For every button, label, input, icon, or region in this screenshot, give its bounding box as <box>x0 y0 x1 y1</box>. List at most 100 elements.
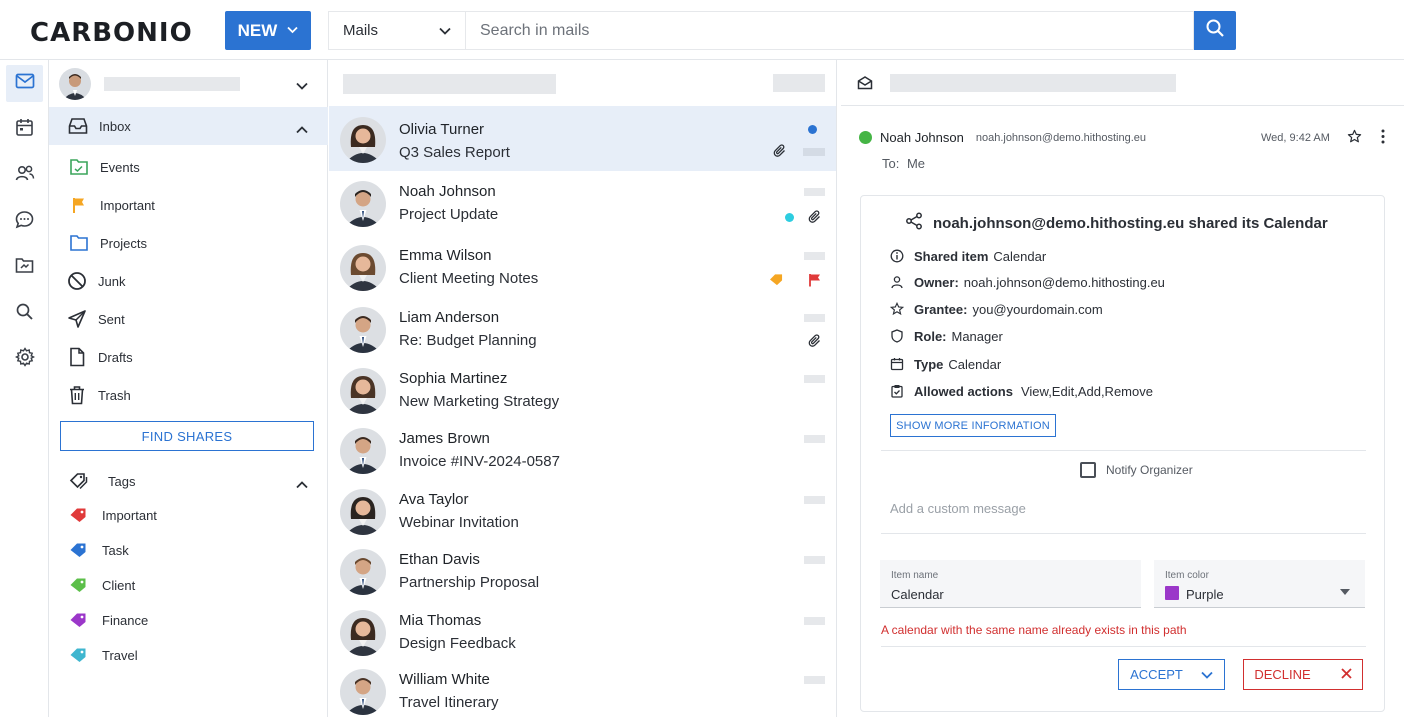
tags-icon <box>68 470 90 492</box>
module-select-value: Mails <box>343 22 379 39</box>
folder-projects[interactable]: Projects <box>49 224 328 262</box>
sender-email[interactable]: noah.johnson@demo.hithosting.eu <box>976 132 1146 144</box>
tag-icon <box>68 505 90 525</box>
chevron-up-icon[interactable] <box>296 122 308 137</box>
tag-item-important[interactable]: Important <box>49 500 328 530</box>
share-title-text: noah.johnson@demo.hithosting.eu shared i… <box>933 214 1328 232</box>
tags-header[interactable]: Tags <box>49 466 328 496</box>
search-input[interactable] <box>465 11 1194 50</box>
color-swatch <box>1165 586 1179 600</box>
allowed-actions-row: Allowed actions View,Edit,Add,Remove <box>889 383 1153 399</box>
message-row[interactable]: James Brown Invoice #INV-2024-0587 <box>329 420 836 485</box>
notify-checkbox[interactable] <box>1080 462 1096 478</box>
rail-settings[interactable] <box>6 341 43 378</box>
message-row[interactable]: Noah Johnson Project Update <box>329 173 836 238</box>
folder-events[interactable]: Events <box>49 148 328 186</box>
tag-icon <box>68 645 90 665</box>
item-name-field[interactable]: Item name Calendar <box>880 560 1141 608</box>
rail-chat[interactable] <box>6 203 43 240</box>
message-row[interactable]: Emma Wilson Client Meeting Notes <box>329 237 836 302</box>
item-color-value: Purple <box>1186 587 1224 602</box>
new-button[interactable]: NEW <box>225 11 311 50</box>
notify-organizer[interactable]: Notify Organizer <box>1080 462 1193 478</box>
folder-important[interactable]: Important <box>49 186 328 224</box>
avatar <box>59 68 91 100</box>
message-subject: Q3 Sales Report <box>399 144 510 161</box>
tag-label: Travel <box>102 647 138 663</box>
custom-message-input[interactable]: Add a custom message <box>890 501 1026 516</box>
to-label: To: <box>882 156 900 171</box>
tag-item-task[interactable]: Task <box>49 535 328 565</box>
message-row[interactable]: Sophia Martinez New Marketing Strategy <box>329 360 836 425</box>
tag-item-travel[interactable]: Travel <box>49 640 328 670</box>
role-label: Role: <box>914 328 947 344</box>
sender-name: Olivia Turner <box>399 121 485 138</box>
item-color-select[interactable]: Item color Purple <box>1154 560 1365 608</box>
settings-icon <box>14 347 35 372</box>
inbox-icon <box>67 115 89 137</box>
date-placeholder <box>804 188 825 196</box>
tag-item-finance[interactable]: Finance <box>49 605 328 635</box>
folder-label: Trash <box>98 387 131 403</box>
block-icon <box>66 270 88 292</box>
sender-name: Emma Wilson <box>399 247 492 264</box>
tag-icon <box>68 610 90 630</box>
accept-button[interactable]: ACCEPT <box>1118 659 1225 690</box>
search-icon <box>15 302 34 326</box>
rail-files[interactable] <box>6 249 43 286</box>
folder-icon <box>68 156 90 178</box>
folder-junk[interactable]: Junk <box>49 262 328 300</box>
message-subject: Invoice #INV-2024-0587 <box>399 453 560 470</box>
sender-name: Mia Thomas <box>399 612 482 629</box>
message-row[interactable]: Ethan Davis Partnership Proposal <box>329 541 836 606</box>
attachment-icon <box>773 144 787 163</box>
message-subject: Re: Budget Planning <box>399 332 537 349</box>
mail-open-icon <box>857 76 873 95</box>
shield-icon <box>889 328 905 344</box>
account-selector[interactable] <box>49 60 328 106</box>
sender-name[interactable]: Noah Johnson <box>880 130 964 145</box>
rail-contacts[interactable] <box>6 157 43 194</box>
app-window: CARBONIO NEW Mails Search in mails Inbox… <box>0 0 1404 717</box>
owner-value: noah.johnson@demo.hithosting.eu <box>963 274 1165 290</box>
message-row[interactable]: Liam Anderson Re: Budget Planning <box>329 299 836 364</box>
decline-button[interactable]: DECLINE <box>1243 659 1363 690</box>
allowed-actions-value: View,Edit,Add,Remove <box>1020 383 1153 399</box>
reading-pane: Noah Johnson noah.johnson@demo.hithostin… <box>841 60 1404 717</box>
flag-icon <box>808 273 821 292</box>
avatar <box>340 610 386 656</box>
search-button[interactable] <box>1194 11 1236 50</box>
message-row[interactable]: William White Travel Itinerary <box>329 661 836 717</box>
star-icon[interactable] <box>1347 129 1362 149</box>
folder-inbox[interactable]: Inbox <box>49 107 328 145</box>
size-placeholder <box>803 148 825 156</box>
chat-icon <box>15 210 34 234</box>
more-vertical-icon[interactable] <box>1381 129 1385 149</box>
folder-sent[interactable]: Sent <box>49 300 328 338</box>
find-shares-button[interactable]: FIND SHARES <box>60 421 314 451</box>
tag-icon <box>68 540 90 560</box>
rail-calendar[interactable] <box>6 111 43 148</box>
role-value: Manager <box>951 328 1003 344</box>
tag-label: Finance <box>102 612 149 628</box>
error-message: A calendar with the same name already ex… <box>881 623 1187 637</box>
reader-header <box>841 60 1404 106</box>
chevron-down-icon <box>439 22 451 39</box>
rail-mail[interactable] <box>6 65 43 102</box>
message-row[interactable]: Mia Thomas Design Feedback <box>329 602 836 667</box>
folder-drafts[interactable]: Drafts <box>49 338 328 376</box>
avatar <box>340 245 386 291</box>
folder-trash[interactable]: Trash <box>49 376 328 414</box>
module-select[interactable]: Mails <box>328 11 465 50</box>
message-row[interactable]: Olivia Turner Q3 Sales Report <box>329 106 836 171</box>
close-icon <box>1341 667 1352 682</box>
message-subject: Webinar Invitation <box>399 514 519 531</box>
reader-subject-placeholder <box>890 74 1176 92</box>
rail-search[interactable] <box>6 295 43 332</box>
folder-icon <box>68 232 90 254</box>
chevron-up-icon[interactable] <box>296 477 308 492</box>
show-more-info-button[interactable]: SHOW MORE INFORMATION <box>890 414 1056 437</box>
tag-item-client[interactable]: Client <box>49 570 328 600</box>
avatar <box>340 368 386 414</box>
message-row[interactable]: Ava Taylor Webinar Invitation <box>329 481 836 546</box>
